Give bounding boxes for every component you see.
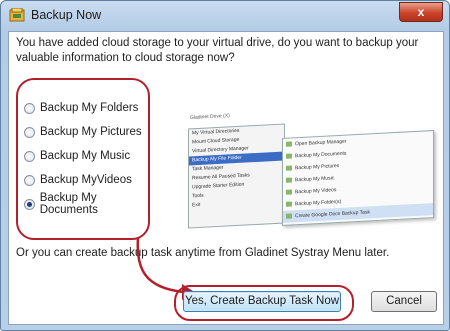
- option-backup-videos[interactable]: Backup MyVideos: [24, 172, 132, 188]
- footer-text: Or you can create backup task anytime fr…: [16, 247, 390, 259]
- radio-icon[interactable]: [24, 102, 35, 114]
- preview-header: Gladinet Drive (X): [190, 112, 230, 122]
- option-label: Backup My Folders: [40, 102, 139, 114]
- radio-icon[interactable]: [24, 174, 35, 186]
- option-backup-folders[interactable]: Backup My Folders: [24, 100, 138, 116]
- preview-menu-right: Open Backup Manager Backup My Documents …: [282, 130, 434, 226]
- option-label: Backup My Pictures: [40, 126, 142, 138]
- option-backup-pictures[interactable]: Backup My Pictures: [24, 124, 142, 140]
- option-backup-music[interactable]: Backup My Music: [24, 148, 130, 164]
- window-title: Backup Now: [31, 8, 102, 22]
- radio-icon[interactable]: [24, 126, 35, 138]
- title-bar[interactable]: Backup Now x: [1, 1, 449, 29]
- backup-options-group: Backup My Folders Backup My Pictures Bac…: [16, 78, 154, 243]
- radio-icon[interactable]: [24, 150, 35, 162]
- option-label: Backup My Documents: [39, 192, 98, 216]
- app-icon: [9, 8, 25, 22]
- preview-menu-left: My Virtual Directories Mount Cloud Stora…: [188, 123, 285, 229]
- systray-menu-preview-image: Gladinet Drive (X) My Virtual Directorie…: [180, 112, 442, 230]
- radio-checked-icon[interactable]: [24, 198, 35, 210]
- intro-text: You have added cloud storage to your vir…: [16, 37, 419, 64]
- close-button[interactable]: x: [399, 2, 443, 22]
- option-backup-documents[interactable]: Backup My Documents: [24, 192, 154, 216]
- option-label: Backup My Music: [40, 150, 131, 162]
- option-label: Backup MyVideos: [40, 174, 132, 186]
- cancel-button[interactable]: Cancel: [371, 291, 437, 312]
- create-backup-task-button[interactable]: Yes, Create Backup Task Now: [183, 291, 341, 312]
